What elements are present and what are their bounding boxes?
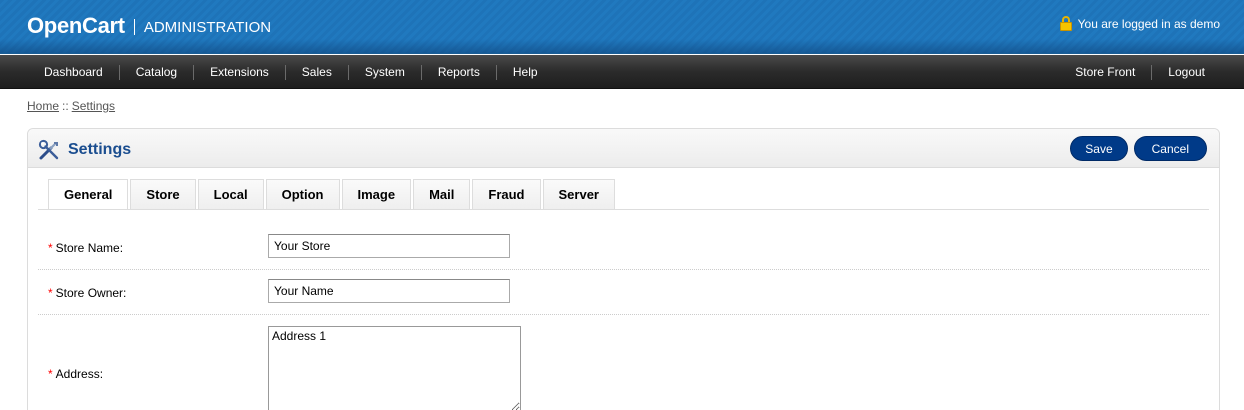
logo-divider — [133, 19, 135, 35]
menu-right: Store Front Logout — [1059, 55, 1221, 89]
logo: OpenCart ADMINISTRATION — [27, 13, 271, 39]
address-textarea[interactable]: Address 1 — [268, 326, 521, 410]
store-name-label-text: Store Name: — [55, 241, 124, 255]
login-status: You are logged in as demo — [1059, 16, 1220, 31]
required-mark: * — [48, 367, 53, 381]
breadcrumb: Home:: Settings — [27, 99, 115, 113]
breadcrumb-home[interactable]: Home — [27, 99, 59, 113]
store-owner-label-text: Store Owner: — [55, 286, 127, 300]
tab-store[interactable]: Store — [130, 179, 196, 209]
menu-left: Dashboard Catalog Extensions Sales Syste… — [28, 55, 554, 89]
tab-local[interactable]: Local — [197, 179, 264, 209]
page-title: Settings — [68, 141, 132, 158]
tab-image[interactable]: Image — [341, 179, 412, 209]
lock-icon — [1059, 16, 1072, 31]
save-button[interactable]: Save — [1070, 136, 1128, 161]
settings-panel: Settings Save Cancel General Store Local… — [27, 128, 1220, 410]
required-mark: * — [48, 241, 53, 255]
panel-heading: Settings Save Cancel — [28, 129, 1219, 168]
menu-item-logout[interactable]: Logout — [1151, 64, 1221, 80]
menu-item-dashboard[interactable]: Dashboard — [28, 65, 119, 80]
menu-item-reports[interactable]: Reports — [420, 64, 496, 80]
store-name-input[interactable] — [268, 234, 510, 258]
required-mark: * — [48, 286, 53, 300]
brand-subtitle: ADMINISTRATION — [143, 18, 272, 36]
store-owner-label: * Store Owner: — [48, 286, 126, 300]
cancel-button[interactable]: Cancel — [1133, 136, 1207, 161]
store-owner-input[interactable] — [268, 279, 510, 303]
menu-item-help[interactable]: Help — [495, 64, 554, 80]
brand-name: OpenCart — [27, 13, 125, 38]
panel-buttons: Save Cancel — [1064, 136, 1207, 161]
menu-item-catalog[interactable]: Catalog — [118, 64, 193, 80]
main-menu: Dashboard Catalog Extensions Sales Syste… — [0, 55, 1244, 89]
address-label-text: Address: — [55, 367, 104, 381]
menu-item-extensions[interactable]: Extensions — [193, 64, 285, 80]
settings-tabs: General Store Local Option Image Mail Fr… — [48, 179, 617, 210]
menu-item-sales[interactable]: Sales — [284, 64, 348, 80]
address-label: * Address: — [48, 367, 103, 381]
breadcrumb-settings[interactable]: Settings — [72, 99, 115, 113]
top-header: OpenCart ADMINISTRATION You are logged i… — [0, 0, 1244, 54]
form-row-address: * Address: Address 1 — [38, 315, 1209, 410]
menu-item-store-front[interactable]: Store Front — [1059, 65, 1151, 80]
login-text: You are logged in as demo — [1077, 16, 1220, 31]
tab-fraud[interactable]: Fraud — [472, 179, 541, 209]
tab-general[interactable]: General — [48, 179, 129, 210]
form-row-store-owner: * Store Owner: — [38, 270, 1209, 315]
form-row-store-name: * Store Name: — [38, 210, 1209, 270]
tab-mail[interactable]: Mail — [413, 179, 471, 209]
settings-tools-icon — [38, 139, 59, 160]
tab-server[interactable]: Server — [542, 179, 615, 209]
tab-option[interactable]: Option — [265, 179, 340, 209]
breadcrumb-separator: :: — [62, 99, 69, 113]
menu-item-system[interactable]: System — [347, 64, 421, 80]
store-name-label: * Store Name: — [48, 241, 123, 255]
